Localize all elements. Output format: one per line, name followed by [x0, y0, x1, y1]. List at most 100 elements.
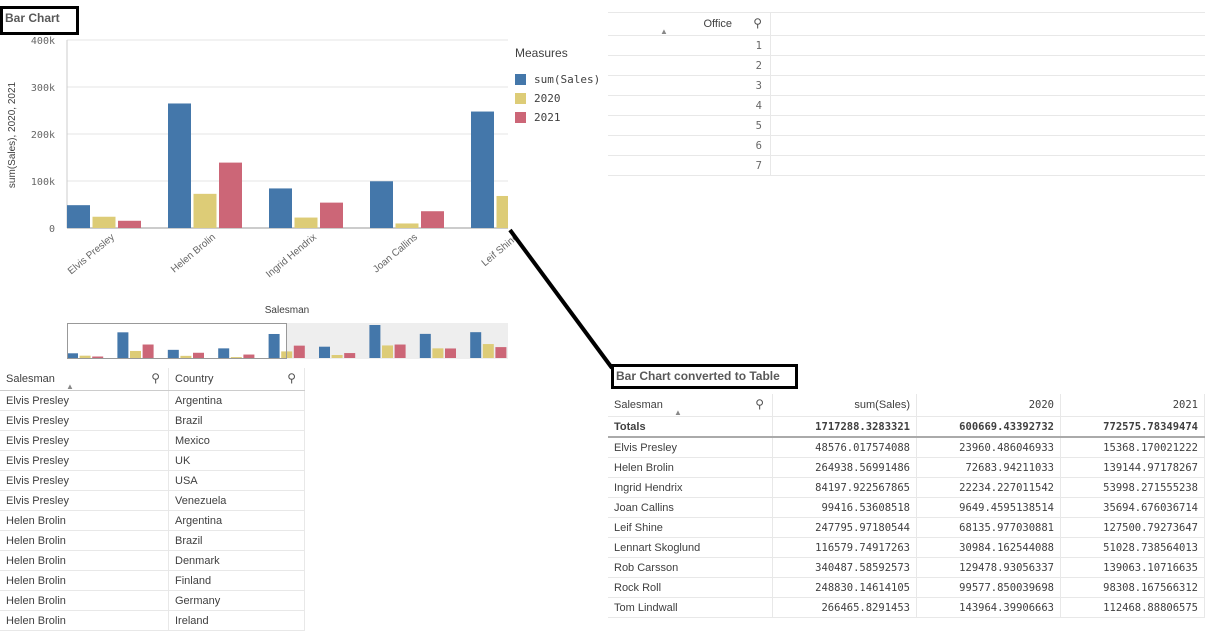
x-tick-label: Elvis Presley	[66, 232, 117, 277]
table-row[interactable]: 7	[608, 155, 1205, 176]
salesman-cell: Lennart Skoglund	[608, 537, 773, 558]
table-row[interactable]: Helen Brolin Denmark	[0, 550, 305, 571]
table-row[interactable]: Rob Carsson 340487.58592573 129478.9305633…	[608, 557, 1205, 578]
totals-row: Totals 1717288.3283321 600669.43392732 7725…	[608, 416, 1205, 438]
table-row[interactable]: Elvis Presley UK	[0, 450, 305, 471]
value-cell: 84197.922567865	[772, 477, 917, 498]
salesman-cell: Elvis Presley	[0, 490, 169, 511]
table-row[interactable]: Helen Brolin Brazil	[0, 530, 305, 551]
salesman-cell: Elvis Presley	[608, 437, 773, 458]
bar-2021-4[interactable]	[522, 168, 545, 228]
search-icon[interactable]: ⚲	[755, 397, 764, 411]
bar-2021-1[interactable]	[219, 162, 242, 228]
search-icon[interactable]: ⚲	[287, 371, 296, 385]
bar-2021-3[interactable]	[421, 211, 444, 228]
value-cell: 30984.162544088	[916, 537, 1061, 558]
table-row[interactable]: 5	[608, 115, 1205, 136]
value-cell: 264938.56991486	[772, 457, 917, 478]
column-header[interactable]: 2020	[916, 394, 1061, 417]
bar-sumSales-3[interactable]	[370, 181, 393, 228]
value-cell: 15368.170021222	[1060, 437, 1205, 458]
bar-2020-1[interactable]	[193, 193, 217, 228]
table-row[interactable]: Elvis Presley 48576.017574088 23960.486046…	[608, 437, 1205, 458]
country-cell: Argentina	[168, 390, 305, 411]
bar-sumSales-1[interactable]	[168, 103, 191, 228]
header-label: Salesman	[614, 399, 663, 411]
table-row[interactable]: Elvis Presley Brazil	[0, 410, 305, 431]
legend: sum(Sales) 2020 2021	[515, 70, 600, 127]
country-cell: Mexico	[168, 430, 305, 451]
table-row[interactable]: Helen Brolin 264938.56991486 72683.9421103…	[608, 457, 1205, 478]
table-row[interactable]: Rock Roll 248830.14614105 99577.850039698 9…	[608, 577, 1205, 598]
column-header[interactable]: sum(Sales)	[772, 394, 917, 417]
bar-sumSales-2[interactable]	[269, 188, 292, 228]
legend-item[interactable]: sum(Sales)	[515, 70, 600, 89]
table-row[interactable]: Helen Brolin Germany	[0, 590, 305, 611]
table-row[interactable]: Elvis Presley USA	[0, 470, 305, 491]
mini-bar	[92, 356, 104, 358]
value-cell: 22234.227011542	[916, 477, 1061, 498]
table-row[interactable]: Leif Shine 247795.97180544 68135.977030881…	[608, 517, 1205, 538]
mini-bar	[268, 333, 280, 358]
bar-2020-3[interactable]	[395, 223, 419, 228]
value-cell: 9649.4595138514	[916, 497, 1061, 518]
mini-bar	[382, 345, 393, 358]
bar-2020-2[interactable]	[294, 217, 318, 228]
country-cell: Brazil	[168, 410, 305, 431]
column-header[interactable]: 2021	[1060, 394, 1205, 417]
converted-table-title: Bar Chart converted to Table	[611, 364, 798, 389]
table-row[interactable]: Elvis Presley Argentina	[0, 390, 305, 411]
mini-bar	[344, 353, 356, 358]
bar-2020-4[interactable]	[496, 195, 520, 228]
table-row[interactable]: 6	[608, 135, 1205, 156]
country-cell: USA	[168, 470, 305, 491]
legend-item[interactable]: 2020	[515, 89, 600, 108]
table-row[interactable]: Elvis Presley Venezuela	[0, 490, 305, 511]
x-tick-label: Ingrid Hendrix	[264, 232, 319, 280]
value-cell: 139144.97178267	[1060, 457, 1205, 478]
table-row[interactable]: Lennart Skoglund 116579.74917263 30984.162…	[608, 537, 1205, 558]
table-row[interactable]: Tom Lindwall 266465.8291453 143964.3990666…	[608, 597, 1205, 618]
search-icon[interactable]: ⚲	[151, 371, 160, 385]
mini-bar	[331, 354, 343, 358]
table-row[interactable]: Helen Brolin Finland	[0, 570, 305, 591]
value-cell: 248830.14614105	[772, 577, 917, 598]
table-row[interactable]: 1	[608, 35, 1205, 56]
table-row[interactable]: Helen Brolin Argentina	[0, 510, 305, 531]
table-row[interactable]: Elvis Presley Mexico	[0, 430, 305, 451]
bar-sumSales-4[interactable]	[471, 111, 494, 228]
country-cell: Argentina	[168, 510, 305, 531]
value-cell: 51028.738564013	[1060, 537, 1205, 558]
bar-2021-2[interactable]	[320, 202, 343, 228]
legend-label: 2020	[534, 92, 561, 105]
totals-cell: Totals	[608, 416, 773, 438]
header-label: 2020	[1028, 399, 1054, 411]
legend-swatch	[515, 112, 526, 123]
bar-2020-0[interactable]	[92, 216, 116, 228]
value-cell: 48576.017574088	[772, 437, 917, 458]
table-row[interactable]: Joan Callins 99416.53608518 9649.459513851…	[608, 497, 1205, 518]
office-header[interactable]: Office ⚲ ▲	[608, 12, 771, 36]
country-header[interactable]: Country ⚲	[168, 368, 305, 391]
salesman-header[interactable]: Salesman ⚲ ▲	[0, 368, 169, 391]
country-cell: Brazil	[168, 530, 305, 551]
x-tick-label: Helen Brolin	[169, 232, 218, 275]
legend-item[interactable]: 2021	[515, 108, 600, 127]
column-header[interactable]: Salesman ⚲ ▲	[608, 394, 773, 417]
bar-2021-0[interactable]	[118, 220, 141, 228]
y-tick-label: 100k	[31, 177, 55, 188]
office-cell: 1	[608, 35, 771, 56]
table-row[interactable]: 4	[608, 95, 1205, 116]
table-row[interactable]: 2	[608, 55, 1205, 76]
salesman-cell: Elvis Presley	[0, 450, 169, 471]
table-row[interactable]: Ingrid Hendrix 84197.922567865 22234.22701…	[608, 477, 1205, 498]
mini-bar	[117, 332, 129, 358]
table-row[interactable]: 3	[608, 75, 1205, 96]
bar-sumSales-0[interactable]	[67, 205, 90, 228]
x-tick-label: Leif Shine	[480, 232, 521, 269]
country-cell: Finland	[168, 570, 305, 591]
country-cell: Germany	[168, 590, 305, 611]
search-icon[interactable]: ⚲	[753, 16, 762, 30]
mini-bar	[243, 354, 255, 358]
salesman-cell: Leif Shine	[608, 517, 773, 538]
